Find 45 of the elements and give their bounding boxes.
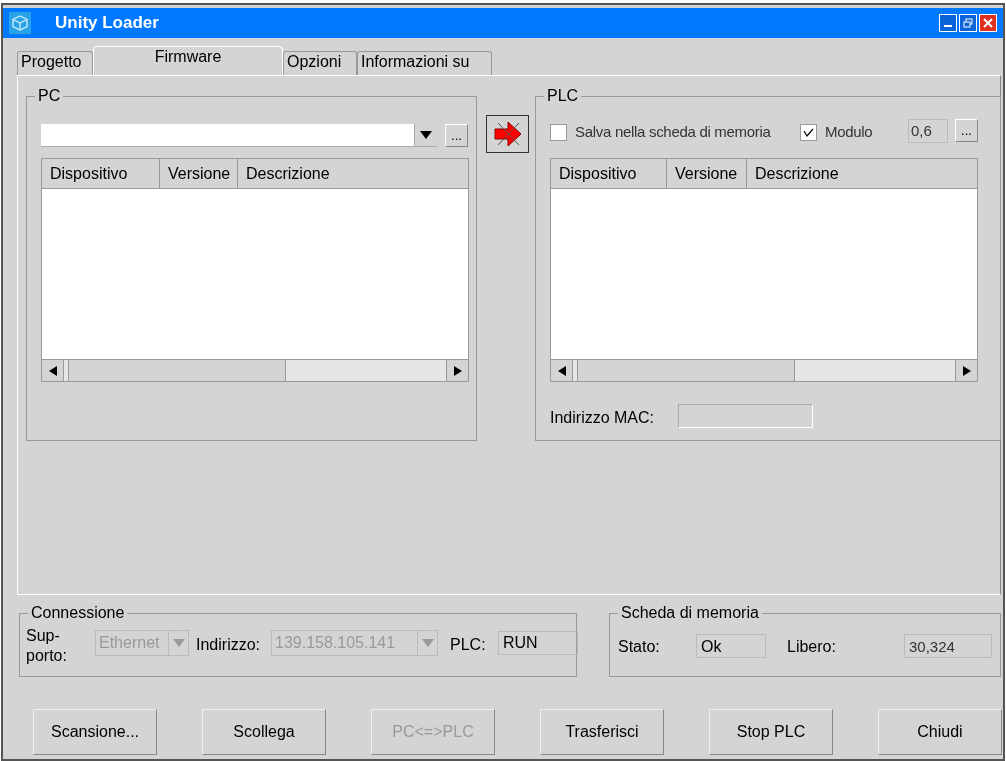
checkbox-box[interactable] — [550, 123, 567, 141]
free-space-field: 30,324 — [904, 634, 992, 658]
cube-icon — [9, 12, 31, 34]
restore-icon — [963, 18, 973, 28]
free-label: Libero: — [787, 637, 836, 657]
column-header[interactable]: Versione — [160, 159, 238, 188]
column-header[interactable]: Versione — [667, 159, 747, 188]
state-field: Ok — [696, 634, 766, 658]
tab[interactable]: Progetto — [17, 51, 93, 75]
checkbox[interactable]: Salva nella scheda di memoria — [550, 121, 771, 144]
support-label: Sup- porto: — [26, 626, 67, 666]
dialog-button[interactable]: Chiudi — [878, 709, 1002, 755]
scrollbar-thumb[interactable] — [577, 360, 795, 381]
column-header[interactable]: Dispositivo — [551, 159, 667, 188]
mac-address-field[interactable] — [678, 404, 813, 428]
state-label: Stato: — [618, 637, 660, 657]
dialog-button[interactable]: Scollega — [202, 709, 326, 755]
dialog-button[interactable]: Trasferisci — [540, 709, 664, 755]
module-field[interactable]: 0,6 — [908, 119, 948, 143]
checkbox-label: Salva nella scheda di memoria — [575, 122, 771, 142]
checkbox-box[interactable] — [800, 123, 817, 141]
scrollbar-thumb[interactable] — [68, 360, 286, 381]
minimize-button[interactable] — [939, 14, 957, 32]
checkbox[interactable]: Modulo — [800, 121, 873, 144]
window-title: Unity Loader — [55, 12, 159, 35]
restore-button[interactable] — [959, 14, 977, 32]
tab[interactable]: Firmware — [93, 46, 283, 75]
tab[interactable]: Opzioni — [283, 51, 357, 75]
tab[interactable]: Informazioni su — [357, 51, 492, 75]
address-label: Indirizzo: — [196, 635, 261, 655]
browse-button[interactable]: ... — [445, 124, 468, 147]
minimize-icon — [944, 25, 952, 27]
column-header[interactable]: Dispositivo — [42, 159, 160, 188]
dialog-button[interactable]: Scansione... — [33, 709, 157, 755]
mac-label: Indirizzo MAC: — [550, 408, 655, 428]
close-icon — [983, 18, 993, 28]
browse-button[interactable]: ... — [955, 119, 978, 142]
plc-status-field: RUN — [498, 631, 578, 655]
dialog-button[interactable]: Stop PLC — [709, 709, 833, 755]
checkbox-label: Modulo — [825, 122, 873, 142]
close-button[interactable] — [979, 14, 997, 32]
plc-label: PLC: — [450, 635, 486, 655]
column-header[interactable]: Descrizione — [747, 159, 977, 188]
transfer-button[interactable] — [486, 115, 529, 153]
column-header[interactable]: Descrizione — [238, 159, 468, 188]
